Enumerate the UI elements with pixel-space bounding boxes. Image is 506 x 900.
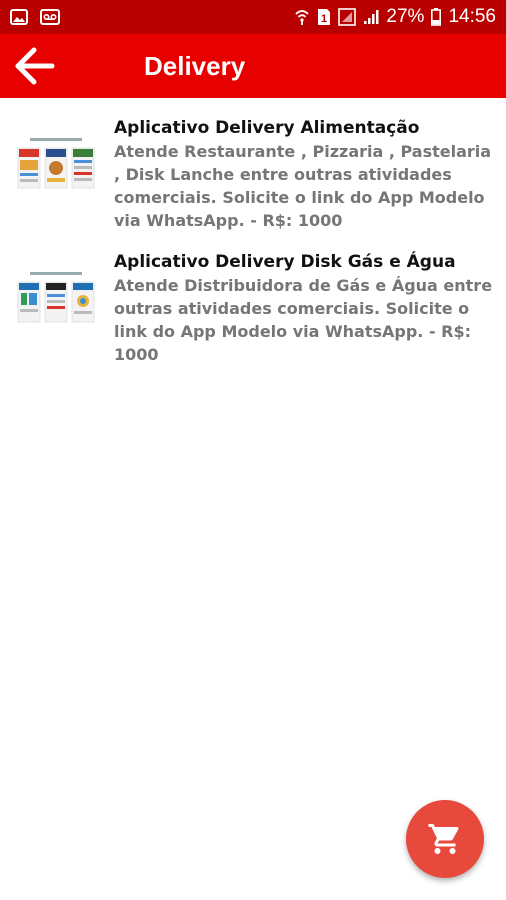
sim-badge: 1 — [321, 13, 327, 25]
item-title: Aplicativo Delivery Disk Gás e Água — [114, 252, 456, 272]
item-description: Atende Distribuidora de Gás e Água entre… — [114, 276, 493, 364]
wifi-icon — [294, 8, 310, 26]
page-title: Delivery — [144, 50, 246, 81]
app-thumbnail-gas-water — [16, 264, 96, 334]
cart-icon — [428, 824, 459, 854]
back-button[interactable] — [2, 34, 66, 98]
cart-button[interactable] — [406, 800, 484, 878]
app-thumbnail-food — [16, 130, 96, 200]
item-description: Atende Restaurante , Pizzaria , Pastelar… — [114, 142, 492, 230]
item-title: Aplicativo Delivery Alimentação — [114, 118, 420, 138]
voicemail-icon — [40, 9, 60, 25]
app-bar: Delivery — [0, 34, 506, 98]
battery-percent: 27% — [386, 6, 425, 27]
clock: 14:56 — [448, 6, 496, 27]
battery-icon — [431, 8, 442, 26]
image-icon — [10, 9, 28, 25]
status-bar: 1 27% 14:56 — [0, 0, 506, 34]
signal-icon — [363, 9, 379, 25]
data-signal-icon — [338, 8, 357, 26]
list-item-food-delivery[interactable]: Aplicativo Delivery Alimentação Atende R… — [0, 98, 506, 232]
arrow-left-icon — [15, 47, 55, 85]
list-item-gas-water-delivery[interactable]: Aplicativo Delivery Disk Gás e Água Aten… — [0, 232, 506, 366]
sim-icon: 1 — [317, 8, 331, 26]
product-list: Aplicativo Delivery Alimentação Atende R… — [0, 98, 506, 366]
